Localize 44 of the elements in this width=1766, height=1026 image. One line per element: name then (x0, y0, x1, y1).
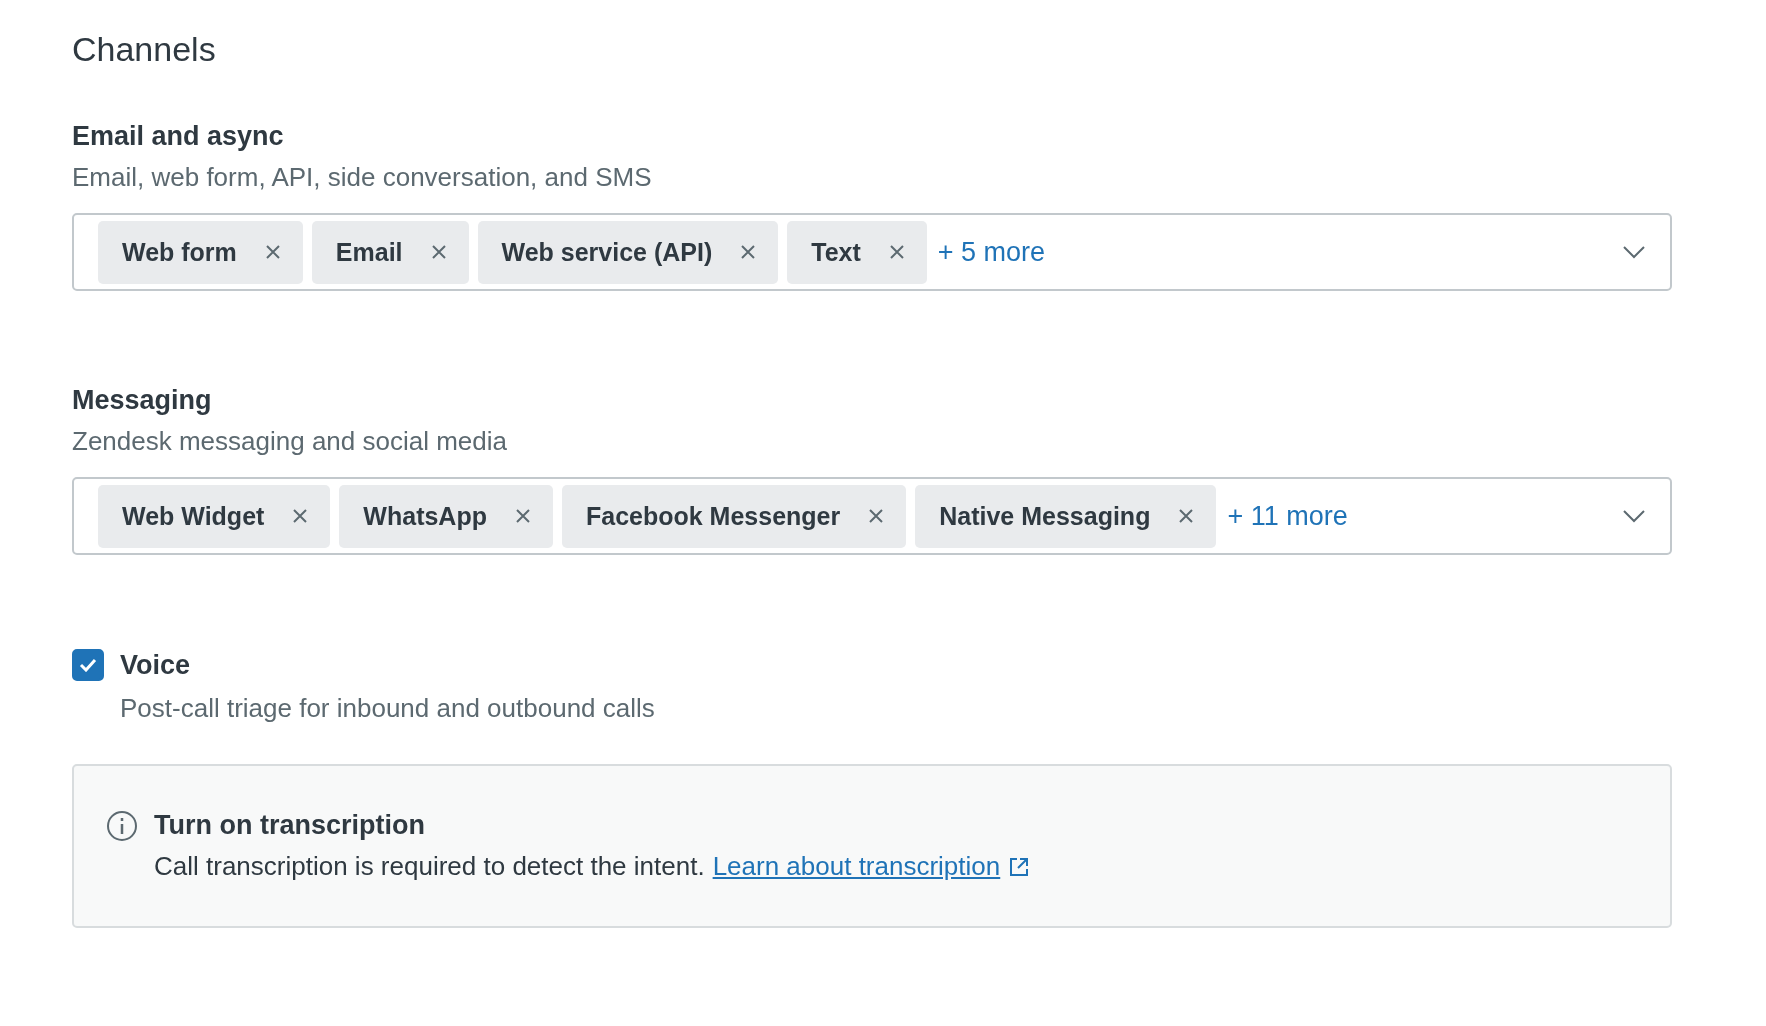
tag-label: Facebook Messenger (585, 501, 841, 531)
remove-tag-button[interactable] (740, 244, 757, 260)
notice-title: Turn on transcription (154, 810, 426, 841)
chevron-down-icon (1622, 509, 1646, 523)
learn-link[interactable]: Learn about transcription (712, 851, 1031, 882)
tag-label: Email (335, 237, 403, 267)
close-icon (430, 244, 447, 260)
remove-tag-button[interactable] (292, 508, 309, 524)
checkbox-description: Post-call triage for inbound and outbound calls (120, 693, 656, 724)
section-description: Email, web form, API, side conversation, and SMS (72, 162, 653, 193)
section-description: Zendesk messaging and social media (72, 426, 509, 457)
close-icon (514, 508, 531, 524)
tag-label: Native Messaging (939, 501, 1151, 531)
tag-label: WhatsApp (363, 501, 487, 531)
section-heading: Messaging (72, 385, 213, 416)
notice-text: Call transcription is required to detect the intent. Learn about transcription (154, 851, 1031, 882)
close-icon (868, 508, 885, 524)
section-heading: Email and async (72, 121, 285, 152)
close-icon (264, 244, 281, 260)
tag-label: Web service (API) (501, 237, 713, 267)
chevron-down-icon (1622, 245, 1646, 259)
more-tags-count: + 11 more (1227, 500, 1349, 532)
tag-label: Text (811, 237, 861, 267)
checkbox-label: Voice (120, 649, 191, 681)
close-icon (888, 244, 905, 260)
tag-label: Web form (122, 237, 237, 267)
more-tags-count: + 5 more (937, 236, 1047, 268)
remove-tag-button[interactable] (868, 508, 885, 524)
multiselect-field[interactable]: Web form Email Web service (API) Text + 5 more (72, 213, 1672, 291)
close-icon (292, 508, 309, 524)
tag-label: Web Widget (122, 501, 265, 531)
remove-tag-button[interactable] (264, 244, 281, 260)
page-title: Channels (72, 30, 217, 69)
external-link-icon (1008, 855, 1031, 878)
check-icon (79, 658, 97, 672)
remove-tag-button[interactable] (1178, 508, 1195, 524)
info-icon (106, 810, 138, 842)
remove-tag-button[interactable] (888, 244, 905, 260)
close-icon (740, 244, 757, 260)
remove-tag-button[interactable] (514, 508, 531, 524)
voice-checkbox[interactable] (72, 649, 104, 681)
remove-tag-button[interactable] (430, 244, 447, 260)
multiselect-field[interactable]: Web Widget WhatsApp Facebook Messenger Native Messaging + 11 more (72, 477, 1672, 555)
close-icon (1178, 508, 1195, 524)
